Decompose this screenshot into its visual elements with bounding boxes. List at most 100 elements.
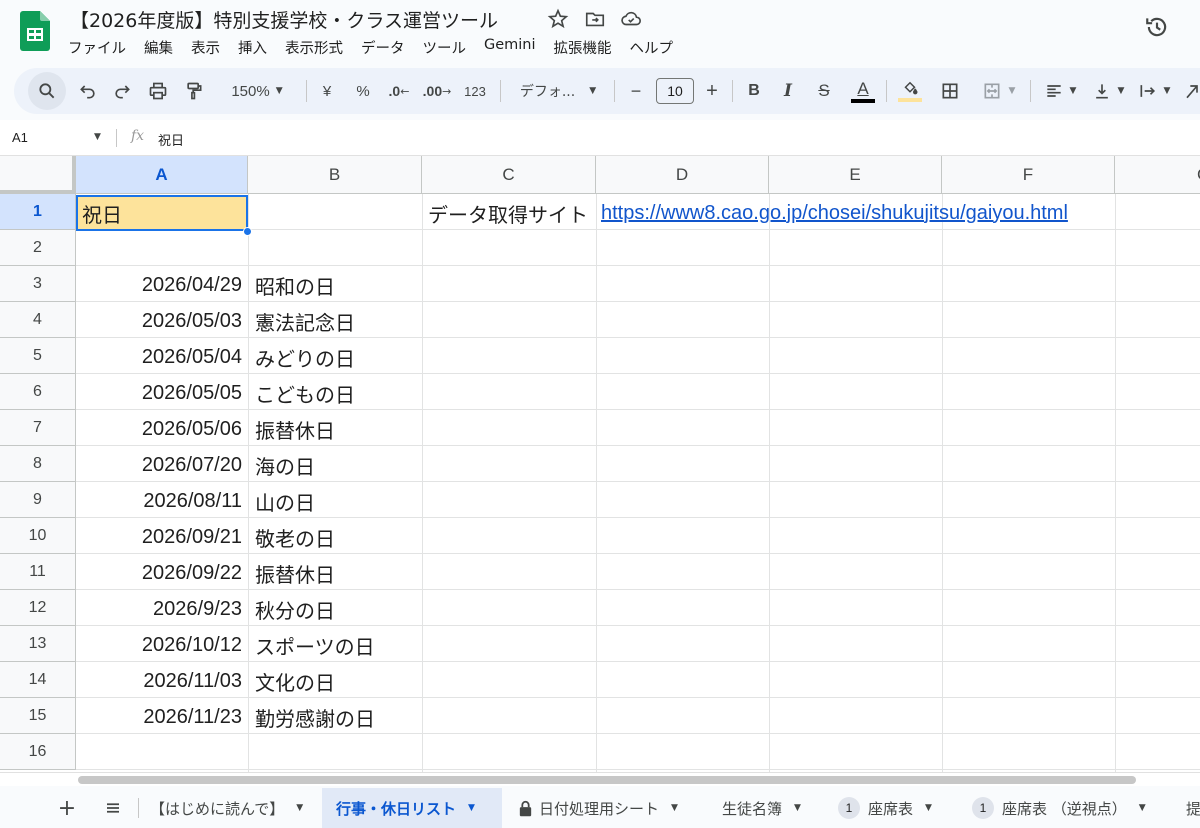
sheet-tab-date-processing[interactable]: 日付処理用シート ▼ [518, 788, 678, 828]
holiday-date-cell[interactable]: 2026/10/12 [76, 627, 246, 663]
row-header-7[interactable]: 7 [0, 410, 76, 446]
holiday-date-cell[interactable]: 2026/11/03 [76, 663, 246, 699]
holiday-date-cell[interactable]: 2026/11/23 [76, 699, 246, 735]
column-header-e[interactable]: E [769, 156, 942, 194]
column-header-b[interactable]: B [248, 156, 422, 194]
star-icon[interactable] [547, 8, 569, 30]
menu-data[interactable]: データ [361, 37, 405, 59]
paint-format-button[interactable] [180, 68, 208, 114]
row-header-13[interactable]: 13 [0, 626, 76, 662]
menu-extensions[interactable]: 拡張機能 [554, 37, 612, 59]
name-box[interactable]: A1 [12, 130, 28, 145]
menu-edit[interactable]: 編集 [144, 37, 173, 59]
document-title[interactable]: 【2026年度版】特別支援学校・クラス運営ツール [70, 6, 498, 33]
merge-cells-button[interactable]: ▼ [972, 68, 1024, 114]
font-family-select[interactable]: デフォ... ▼ [510, 68, 606, 114]
holiday-name-cell[interactable]: 山の日 [250, 483, 420, 519]
vertical-align-button[interactable]: ▼ [1086, 68, 1130, 114]
cloud-saved-icon[interactable] [620, 8, 642, 30]
sheet-tab-student-roster[interactable]: 生徒名簿 ▼ [722, 788, 801, 828]
decrease-decimal-button[interactable]: .0 ← [384, 68, 414, 114]
cell-a1-selected[interactable]: 祝日 [76, 195, 248, 231]
all-sheets-button[interactable] [99, 794, 127, 822]
row-header-1[interactable]: 1 [0, 194, 76, 230]
holiday-name-cell[interactable]: 勤労感謝の日 [250, 699, 420, 735]
row-header-14[interactable]: 14 [0, 662, 76, 698]
holiday-date-cell[interactable]: 2026/07/20 [76, 447, 246, 483]
holiday-date-cell[interactable]: 2026/04/29 [76, 267, 246, 303]
column-header-g[interactable]: G [1115, 156, 1200, 194]
menu-insert[interactable]: 挿入 [238, 37, 267, 59]
column-header-f[interactable]: F [942, 156, 1115, 194]
row-header-8[interactable]: 8 [0, 446, 76, 482]
menu-format[interactable]: 表示形式 [285, 37, 343, 59]
column-header-a[interactable]: A [76, 156, 248, 194]
row-header-9[interactable]: 9 [0, 482, 76, 518]
font-size-input[interactable]: 10 [656, 78, 694, 104]
holiday-name-cell[interactable]: 秋分の日 [250, 591, 420, 627]
scrollbar-thumb[interactable] [78, 776, 1136, 784]
increase-font-size-button[interactable]: + [700, 68, 724, 114]
borders-button[interactable] [936, 68, 964, 114]
fill-color-button[interactable] [896, 68, 924, 114]
text-color-button[interactable]: A [848, 68, 878, 114]
caret-down-icon[interactable]: ▼ [94, 132, 101, 142]
sheet-tab-seating-chart-reverse[interactable]: 1 座席表 （逆視点） ▼ [972, 788, 1146, 828]
holiday-name-cell[interactable]: こどもの日 [250, 375, 420, 411]
row-header-10[interactable]: 10 [0, 518, 76, 554]
menu-gemini[interactable]: Gemini [484, 37, 536, 59]
holiday-name-cell[interactable]: 昭和の日 [250, 267, 420, 303]
print-button[interactable] [144, 68, 172, 114]
italic-button[interactable]: I [776, 68, 800, 114]
holiday-date-cell[interactable]: 2026/09/21 [76, 519, 246, 555]
currency-format-button[interactable]: ¥ [314, 68, 340, 114]
menu-tools[interactable]: ツール [423, 37, 467, 59]
row-header-4[interactable]: 4 [0, 302, 76, 338]
sheet-tab-seating-chart[interactable]: 1 座席表 ▼ [838, 788, 932, 828]
holiday-date-cell[interactable]: 2026/08/11 [76, 483, 246, 519]
text-wrapping-button[interactable]: ▼ [1132, 68, 1176, 114]
holiday-date-cell[interactable]: 2026/05/04 [76, 339, 246, 375]
select-all-corner[interactable] [0, 156, 76, 194]
holiday-date-cell[interactable]: 2026/9/23 [76, 591, 246, 627]
sheets-logo-icon[interactable] [20, 11, 50, 51]
formula-input[interactable]: 祝日 [158, 130, 184, 149]
row-header-12[interactable]: 12 [0, 590, 76, 626]
column-header-c[interactable]: C [422, 156, 596, 194]
horizontal-align-button[interactable]: ▼ [1038, 68, 1082, 114]
row-header-15[interactable]: 15 [0, 698, 76, 734]
holiday-name-cell[interactable]: スポーツの日 [250, 627, 420, 663]
holiday-name-cell[interactable]: 敬老の日 [250, 519, 420, 555]
strikethrough-button[interactable]: S [812, 68, 836, 114]
add-sheet-button[interactable]: + [53, 794, 81, 822]
menu-view[interactable]: 表示 [191, 37, 220, 59]
holiday-name-cell[interactable]: 振替休日 [250, 411, 420, 447]
holiday-name-cell[interactable]: 振替休日 [250, 555, 420, 591]
text-rotation-button[interactable] [1180, 68, 1200, 114]
holiday-name-cell[interactable]: みどりの日 [250, 339, 420, 375]
row-header-2[interactable]: 2 [0, 230, 76, 266]
menu-file[interactable]: ファイル [68, 37, 126, 59]
increase-decimal-button[interactable]: .00 → [422, 68, 452, 114]
redo-button[interactable] [108, 68, 136, 114]
cell-c1[interactable]: データ取得サイト [422, 195, 594, 231]
holiday-date-cell[interactable]: 2026/05/05 [76, 375, 246, 411]
holiday-date-cell[interactable]: 2026/09/22 [76, 555, 246, 591]
sheet-tab-readme[interactable]: 【はじめに読んで】 ▼ [144, 788, 309, 828]
cell-d1-link[interactable]: https://www8.cao.go.jp/chosei/shukujitsu… [596, 195, 1068, 231]
row-header-3[interactable]: 3 [0, 266, 76, 302]
row-header-16[interactable]: 16 [0, 734, 76, 770]
row-header-11[interactable]: 11 [0, 554, 76, 590]
bold-button[interactable]: B [742, 68, 766, 114]
holiday-name-cell[interactable]: 海の日 [250, 447, 420, 483]
version-history-icon[interactable] [1144, 14, 1170, 40]
row-header-6[interactable]: 6 [0, 374, 76, 410]
zoom-select[interactable]: 150% ▼ [218, 68, 296, 114]
sheet-tab-events-holidays[interactable]: 行事・休日リスト ▼ [322, 788, 502, 828]
holiday-name-cell[interactable]: 文化の日 [250, 663, 420, 699]
column-header-d[interactable]: D [596, 156, 769, 194]
more-formats-button[interactable]: 123 [460, 68, 490, 114]
search-menus-button[interactable] [28, 72, 66, 110]
menu-help[interactable]: ヘルプ [630, 37, 674, 59]
holiday-date-cell[interactable]: 2026/05/06 [76, 411, 246, 447]
